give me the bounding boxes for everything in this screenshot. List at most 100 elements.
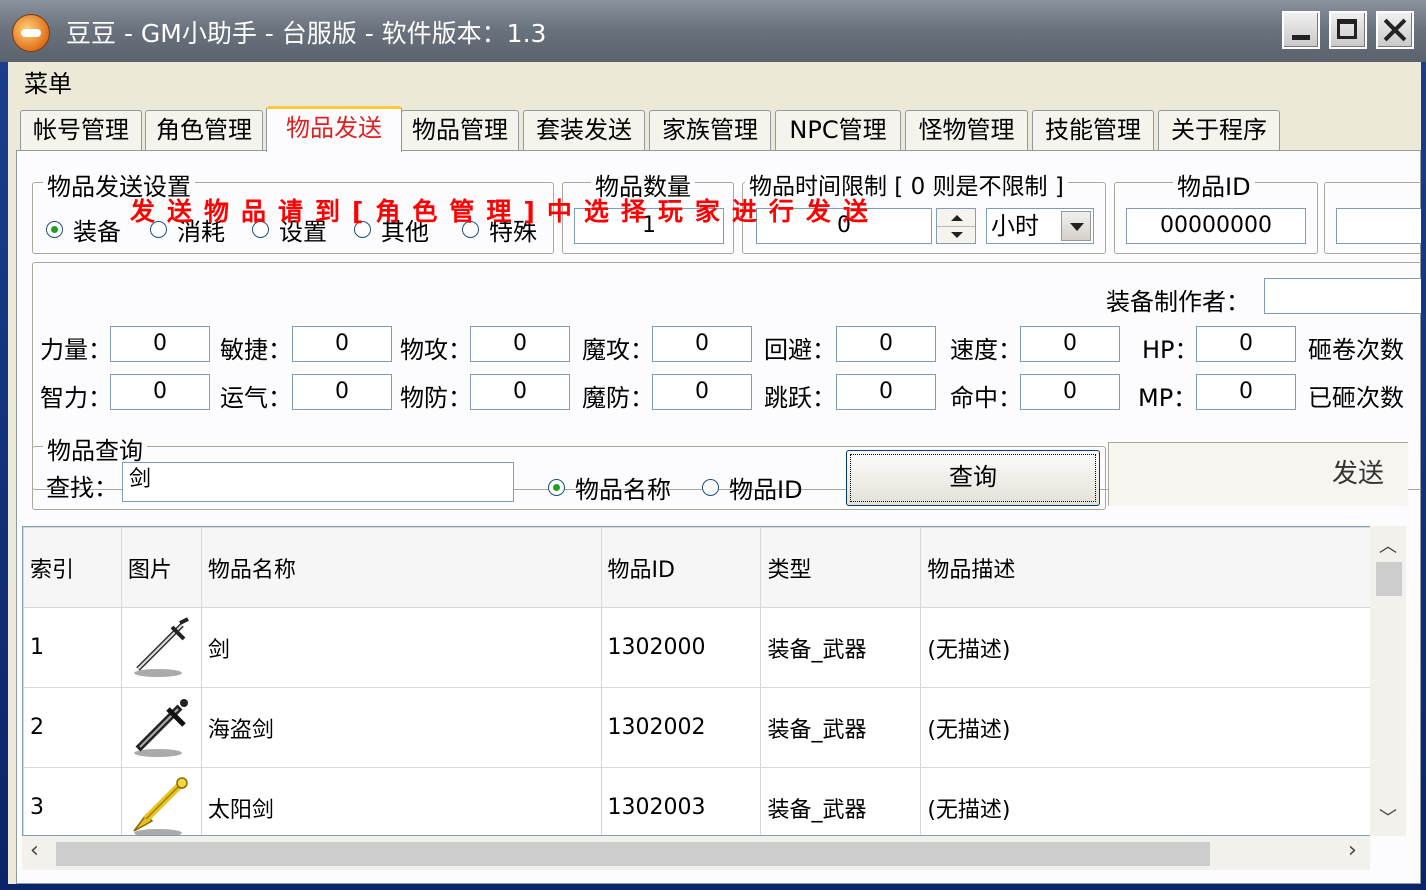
results-grid[interactable]: 索引 图片 物品名称 物品ID 类型 物品描述 1 剑 1302000 装备_武… [22, 526, 1374, 836]
cell-index: 1 [23, 607, 122, 688]
stat-watk-label: 物攻： [400, 336, 472, 364]
tab-family[interactable]: 家族管理 [649, 110, 771, 150]
col-type[interactable]: 类型 [760, 527, 922, 608]
spin-up-icon[interactable] [937, 209, 975, 227]
col-id[interactable]: 物品ID [600, 527, 762, 608]
cell-id: 1302000 [600, 607, 762, 688]
stat-int-input[interactable]: 0 [110, 374, 210, 410]
tab-account[interactable]: 帐号管理 [20, 110, 142, 150]
item-id-input[interactable]: 00000000 [1126, 208, 1306, 244]
cell-image [120, 767, 202, 835]
cell-type: 装备_武器 [760, 767, 922, 835]
stat-luk-label: 运气： [220, 384, 292, 412]
stat-matk-input[interactable]: 0 [652, 326, 752, 362]
title-bar[interactable]: 豆豆 - GM小助手 - 台服版 - 软件版本：1.3 [0, 0, 1426, 62]
time-limit-spinner[interactable] [936, 208, 976, 244]
menu-bar: 菜单 [8, 62, 1421, 99]
upgraded-count-label: 已砸次数 [1308, 384, 1404, 412]
cell-index: 2 [23, 687, 122, 768]
stat-str-input[interactable]: 0 [110, 326, 210, 362]
col-desc[interactable]: 物品描述 [920, 527, 1373, 608]
radio-search-by-id[interactable]: 物品ID [702, 470, 803, 505]
minimize-button[interactable] [1282, 11, 1320, 49]
radio-equipment[interactable]: 装备 [46, 212, 121, 247]
app-logo-icon [12, 14, 50, 52]
tab-npc[interactable]: NPC管理 [775, 110, 901, 150]
scroll-up-icon[interactable]: ︿ [1379, 532, 1397, 558]
cell-name: 海盗剑 [200, 687, 602, 768]
stat-avoid-label: 回避： [764, 336, 836, 364]
stat-watk-input[interactable]: 0 [470, 326, 570, 362]
horizontal-scrollbar[interactable]: ‹ › [22, 836, 1370, 870]
stat-avoid-input[interactable]: 0 [836, 326, 936, 362]
spin-down-icon[interactable] [937, 227, 975, 244]
table-row[interactable]: 2 海盗剑 1302002 装备_武器 (无描述) [23, 687, 1373, 768]
query-button[interactable]: 查询 [846, 450, 1100, 506]
stat-mp-label: MP： [1138, 384, 1198, 412]
tab-skill[interactable]: 技能管理 [1032, 110, 1154, 150]
table-row[interactable]: 3 太阳剑 1302003 装备_武器 (无描述) [23, 767, 1373, 835]
item-id-title: 物品ID [1173, 167, 1255, 202]
maker-label: 装备制作者： [1106, 288, 1250, 316]
stat-jump-input[interactable]: 0 [836, 374, 936, 410]
cell-desc: (无描述) [920, 687, 1373, 768]
scroll-down-icon[interactable]: ﹀ [1379, 804, 1397, 830]
find-label: 查找： [46, 474, 118, 502]
stat-jump-label: 跳跃： [764, 384, 836, 412]
table-header-row: 索引 图片 物品名称 物品ID 类型 物品描述 [23, 527, 1373, 608]
item-query-title: 物品查询 [43, 431, 147, 466]
tab-monster[interactable]: 怪物管理 [905, 110, 1028, 150]
window-title: 豆豆 - GM小助手 - 台服版 - 软件版本：1.3 [66, 19, 547, 48]
stat-speed-input[interactable]: 0 [1020, 326, 1120, 362]
stat-hp-input[interactable]: 0 [1196, 326, 1296, 362]
stat-wdef-input[interactable]: 0 [470, 374, 570, 410]
upgrade-count-label: 砸卷次数 [1308, 336, 1404, 364]
tab-about[interactable]: 关于程序 [1158, 110, 1280, 150]
scroll-right-icon[interactable]: › [1348, 838, 1357, 863]
tab-set-send[interactable]: 套装发送 [523, 110, 645, 150]
dropdown-arrow-icon[interactable] [1061, 211, 1091, 241]
stat-acc-input[interactable]: 0 [1020, 374, 1120, 410]
radio-search-by-name[interactable]: 物品名称 [548, 470, 671, 505]
tab-character[interactable]: 角色管理 [145, 110, 263, 150]
maximize-button[interactable] [1329, 11, 1367, 49]
send-button[interactable]: 发送 [1108, 442, 1408, 506]
tab-item-send[interactable]: 物品发送 [266, 106, 402, 152]
stat-mdef-input[interactable]: 0 [652, 374, 752, 410]
radio-dot [548, 479, 565, 496]
vertical-scrollbar[interactable]: ︿ ﹀ [1370, 526, 1406, 836]
stat-dex-input[interactable]: 0 [292, 326, 392, 362]
col-image[interactable]: 图片 [120, 527, 202, 608]
col-index[interactable]: 索引 [23, 527, 122, 608]
maker-input[interactable] [1264, 278, 1421, 314]
extra-input[interactable] [1336, 208, 1421, 244]
tab-item-manage[interactable]: 物品管理 [401, 110, 519, 150]
cell-id: 1302002 [600, 687, 762, 768]
horizontal-scroll-thumb[interactable] [56, 842, 1210, 866]
cell-id: 1302003 [600, 767, 762, 835]
menu-main[interactable]: 菜单 [24, 64, 72, 99]
pirate-sword-icon [133, 698, 188, 757]
cell-type: 装备_武器 [760, 687, 922, 768]
cell-index: 3 [23, 767, 122, 835]
stat-int-label: 智力： [40, 384, 112, 412]
table-row[interactable]: 1 剑 1302000 装备_武器 (无描述) [23, 607, 1373, 688]
time-unit-select[interactable]: 小时 [986, 208, 1094, 244]
close-button[interactable] [1376, 11, 1414, 49]
radio-label: 物品ID [729, 476, 803, 504]
app-window: 豆豆 - GM小助手 - 台服版 - 软件版本：1.3 菜单 帐号管理 角色管理… [0, 0, 1426, 890]
results-table: 索引 图片 物品名称 物品ID 类型 物品描述 1 剑 1302000 装备_武… [23, 527, 1373, 835]
cell-type: 装备_武器 [760, 607, 922, 688]
scroll-left-icon[interactable]: ‹ [30, 838, 39, 863]
sun-sword-icon [133, 776, 188, 835]
col-name[interactable]: 物品名称 [200, 527, 602, 608]
search-input[interactable]: 剑 [122, 462, 514, 502]
radio-dot [46, 221, 63, 238]
stat-acc-label: 命中： [950, 384, 1022, 412]
stat-mdef-label: 魔防： [582, 384, 654, 412]
sword-icon [133, 616, 189, 677]
stat-hp-label: HP： [1142, 336, 1199, 364]
vertical-scroll-thumb[interactable] [1376, 562, 1402, 596]
stat-mp-input[interactable]: 0 [1196, 374, 1296, 410]
stat-luk-input[interactable]: 0 [292, 374, 392, 410]
